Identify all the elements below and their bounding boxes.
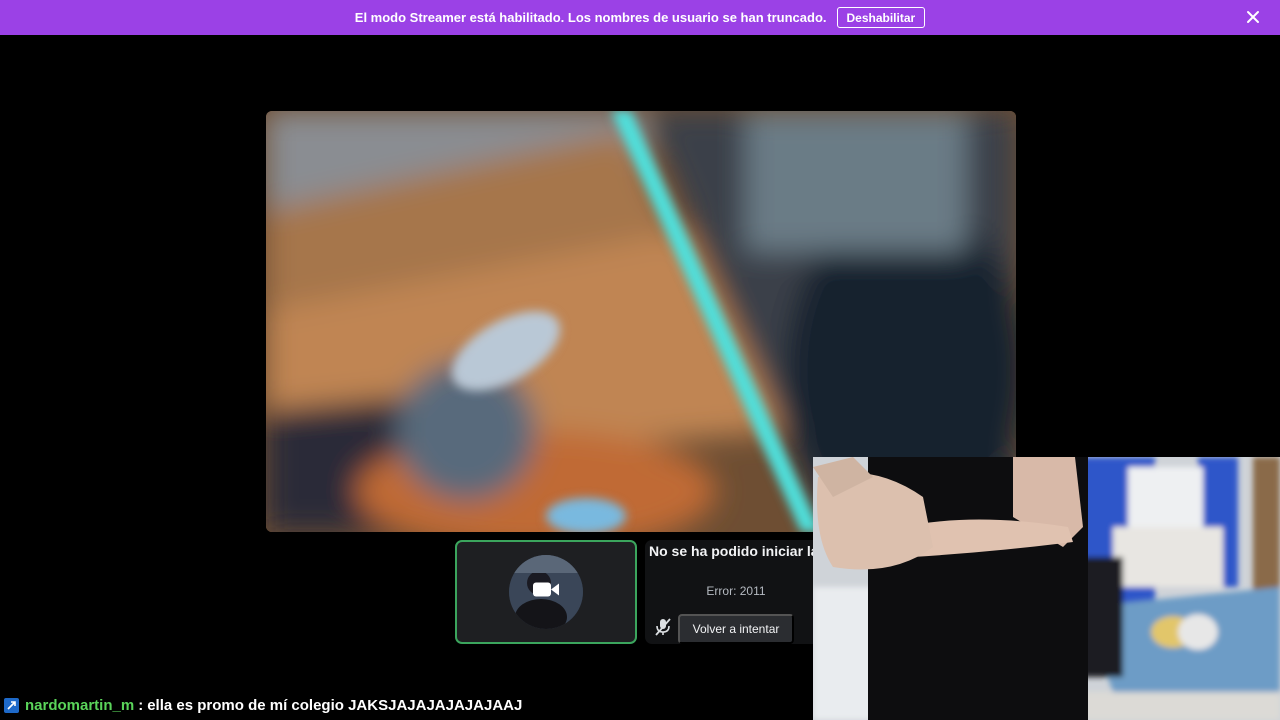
retry-camera-button[interactable]: Volver a intentar — [678, 614, 794, 644]
chat-message: nardomartin_m : ella es promo de mí cole… — [4, 694, 522, 716]
camera-error-code: Error: 2011 — [706, 584, 766, 598]
chat-username[interactable]: nardomartin_m — [25, 697, 134, 714]
chat-separator: : — [138, 696, 144, 714]
participant-tile[interactable] — [455, 540, 637, 644]
camera-error-panel: No se ha podido iniciar la cámara Error:… — [645, 540, 813, 644]
prime-badge-icon — [4, 697, 19, 713]
streamer-mode-banner: El modo Streamer está habilitado. Los no… — [0, 0, 1280, 35]
microphone-muted-icon[interactable] — [651, 614, 675, 640]
disable-streamer-mode-button[interactable]: Deshabilitar — [836, 7, 926, 28]
avatar — [509, 555, 583, 629]
streamer-webcam-overlay — [813, 457, 1280, 720]
close-icon[interactable] — [1244, 8, 1262, 26]
video-camera-icon — [532, 580, 560, 605]
camera-error-title: No se ha podido iniciar la cámara — [649, 543, 813, 559]
chat-message-text: ella es promo de mí colegio JAKSJAJAJAJA… — [147, 696, 523, 714]
banner-message: El modo Streamer está habilitado. Los no… — [354, 10, 827, 25]
